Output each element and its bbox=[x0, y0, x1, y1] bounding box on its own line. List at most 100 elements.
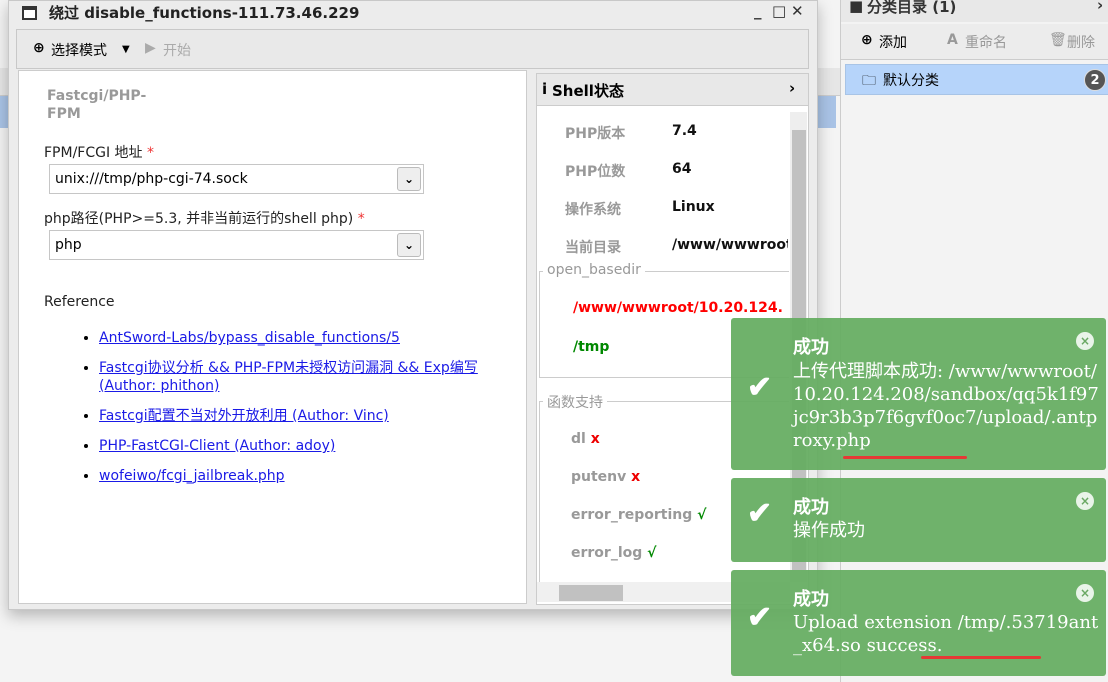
php-path-label: php路径(PHP>=5.3, 并非当前运行的shell php) * bbox=[44, 208, 365, 228]
unsupported-mark: x bbox=[631, 469, 641, 485]
minimize-button[interactable]: _ bbox=[754, 2, 762, 20]
status-key: PHP位数 bbox=[565, 164, 626, 180]
window-icon bbox=[22, 6, 37, 20]
bg-row-selected bbox=[818, 96, 836, 128]
toast-notification: ✔ 成功 上传代理脚本成功: /www/wwwroot/10.20.124.20… bbox=[731, 318, 1106, 470]
count-badge: 2 bbox=[1084, 69, 1106, 91]
folder-open-icon: 🗀 bbox=[862, 73, 876, 89]
chevron-down-icon[interactable]: ⌄ bbox=[397, 167, 421, 191]
status-key: 操作系统 bbox=[565, 202, 621, 218]
function-item: error_reporting √ bbox=[571, 507, 706, 523]
category-title: 分类目录 (1) bbox=[867, 0, 957, 16]
reference-list: AntSword-Labs/bypass_disable_functions/5… bbox=[99, 329, 519, 497]
reference-label: Reference bbox=[44, 294, 115, 310]
function-name: error_reporting bbox=[571, 507, 693, 523]
toast-title: 成功 bbox=[793, 497, 829, 518]
status-value: Linux bbox=[672, 199, 715, 215]
required-mark: * bbox=[357, 211, 365, 227]
basedir-path: /tmp bbox=[573, 339, 610, 355]
config-form: Fastcgi/PHP-FPM FPM/FCGI 地址 * unix:///tm… bbox=[18, 70, 527, 604]
check-icon: ✔ bbox=[747, 370, 773, 405]
category-label: 默认分类 bbox=[883, 73, 939, 89]
info-icon: i bbox=[542, 80, 548, 98]
check-icon: ✔ bbox=[747, 600, 773, 635]
supported-mark: √ bbox=[647, 545, 657, 561]
list-item: Fastcgi协议分析 && PHP-FPM未授权访问漏洞 && Exp编写(A… bbox=[99, 359, 519, 395]
bg-row bbox=[0, 68, 8, 96]
rename-button[interactable]: 重命名 bbox=[965, 32, 1007, 52]
category-header[interactable]: ■ 分类目录 (1) › bbox=[841, 0, 1108, 22]
reference-link[interactable]: Fastcgi协议分析 && PHP-FPM未授权访问漏洞 && Exp编写(A… bbox=[99, 360, 478, 394]
php-path-label-text: php路径(PHP>=5.3, 并非当前运行的shell php) bbox=[44, 211, 354, 227]
function-item: putenv x bbox=[571, 469, 640, 485]
list-item: Fastcgi配置不当对外开放利用 (Author: Vinc) bbox=[99, 407, 519, 425]
status-key: 当前目录 bbox=[565, 240, 621, 256]
fpm-address-select[interactable]: unix:///tmp/php-cgi-74.sock ⌄ bbox=[49, 164, 424, 194]
category-item[interactable]: 🗀 默认分类 2 bbox=[845, 64, 1108, 95]
fpm-address-value: unix:///tmp/php-cgi-74.sock bbox=[55, 171, 248, 187]
check-icon: ✔ bbox=[747, 496, 773, 531]
caret-down-icon[interactable]: ▼ bbox=[122, 44, 130, 55]
function-name: putenv bbox=[571, 469, 627, 485]
bypass-window: 绕过 disable_functions-111.73.46.229 _ □ ✕… bbox=[8, 0, 818, 610]
open-basedir-legend: open_basedir bbox=[543, 262, 645, 278]
unsupported-mark: x bbox=[590, 431, 600, 447]
close-icon[interactable]: × bbox=[1076, 584, 1094, 602]
list-item: PHP-FastCGI-Client (Author: adoy) bbox=[99, 437, 519, 455]
title-bar[interactable]: 绕过 disable_functions-111.73.46.229 _ □ ✕ bbox=[9, 1, 817, 25]
list-item: AntSword-Labs/bypass_disable_functions/5 bbox=[99, 329, 519, 347]
delete-button[interactable]: 删除 bbox=[1067, 32, 1095, 52]
shell-status-header[interactable]: i Shell状态 › bbox=[537, 74, 808, 106]
play-icon: ▶ bbox=[145, 40, 156, 56]
function-item: error_log √ bbox=[571, 545, 656, 561]
plus-circle-icon: ⊕ bbox=[861, 32, 873, 48]
close-button[interactable]: ✕ bbox=[791, 2, 804, 20]
shell-status-title: Shell状态 bbox=[552, 82, 624, 100]
status-value: 7.4 bbox=[672, 123, 697, 139]
reference-link[interactable]: AntSword-Labs/bypass_disable_functions/5 bbox=[99, 330, 400, 346]
category-toolbar: ⊕ 添加 A 重命名 🗑 删除 bbox=[841, 24, 1108, 60]
bg-row-selected bbox=[0, 96, 8, 128]
list-item: wofeiwo/fcgi_jailbreak.php bbox=[99, 467, 519, 485]
fpm-label: FPM/FCGI 地址 * bbox=[44, 142, 154, 162]
font-icon: A bbox=[947, 32, 958, 48]
status-value: 64 bbox=[672, 161, 692, 177]
close-icon[interactable]: × bbox=[1076, 492, 1094, 510]
folder-icon: ■ bbox=[849, 0, 864, 15]
toolbar: ⊕ 选择模式 ▼ ▶ 开始 bbox=[16, 29, 809, 69]
annotation-underline bbox=[843, 456, 967, 459]
status-value: /www/wwwroot bbox=[672, 237, 788, 253]
toast-title: 成功 bbox=[793, 337, 829, 358]
reference-link[interactable]: wofeiwo/fcgi_jailbreak.php bbox=[99, 468, 285, 484]
maximize-button[interactable]: □ bbox=[772, 2, 786, 20]
fpm-label-text: FPM/FCGI 地址 bbox=[44, 145, 143, 161]
function-name: error_log bbox=[571, 545, 643, 561]
toast-notification: ✔ 成功 Upload extension /tmp/.53719ant_x64… bbox=[731, 570, 1106, 676]
annotation-underline bbox=[921, 656, 1041, 659]
required-mark: * bbox=[147, 145, 154, 161]
close-icon[interactable]: × bbox=[1076, 332, 1094, 350]
chevron-right-icon[interactable]: › bbox=[1097, 0, 1103, 14]
start-button[interactable]: 开始 bbox=[163, 40, 191, 60]
group-title: Fastcgi/PHP-FPM bbox=[47, 88, 147, 122]
add-button[interactable]: 添加 bbox=[879, 32, 907, 52]
function-item: dl x bbox=[571, 431, 600, 447]
plus-circle-icon: ⊕ bbox=[33, 40, 45, 56]
trash-icon: 🗑 bbox=[1049, 32, 1067, 48]
chevron-right-icon[interactable]: › bbox=[789, 79, 795, 97]
window-title: 绕过 disable_functions-111.73.46.229 bbox=[49, 4, 360, 22]
php-path-value: php bbox=[55, 237, 82, 253]
toast-message: 操作成功 bbox=[793, 520, 865, 541]
supported-mark: √ bbox=[697, 507, 707, 523]
chevron-down-icon[interactable]: ⌄ bbox=[397, 233, 421, 257]
reference-link[interactable]: PHP-FastCGI-Client (Author: adoy) bbox=[99, 438, 335, 454]
reference-link[interactable]: Fastcgi配置不当对外开放利用 (Author: Vinc) bbox=[99, 408, 389, 424]
php-path-select[interactable]: php ⌄ bbox=[49, 230, 424, 260]
basedir-path: /www/wwwroot/10.20.124. bbox=[573, 300, 783, 316]
toast-title: 成功 bbox=[793, 589, 829, 610]
select-mode-button[interactable]: 选择模式 bbox=[51, 40, 107, 60]
bg-row bbox=[818, 68, 840, 96]
scrollbar-thumb[interactable] bbox=[559, 585, 623, 601]
toast-message: Upload extension /tmp/.53719ant_x64.so s… bbox=[793, 612, 1099, 656]
status-key: PHP版本 bbox=[565, 126, 626, 142]
